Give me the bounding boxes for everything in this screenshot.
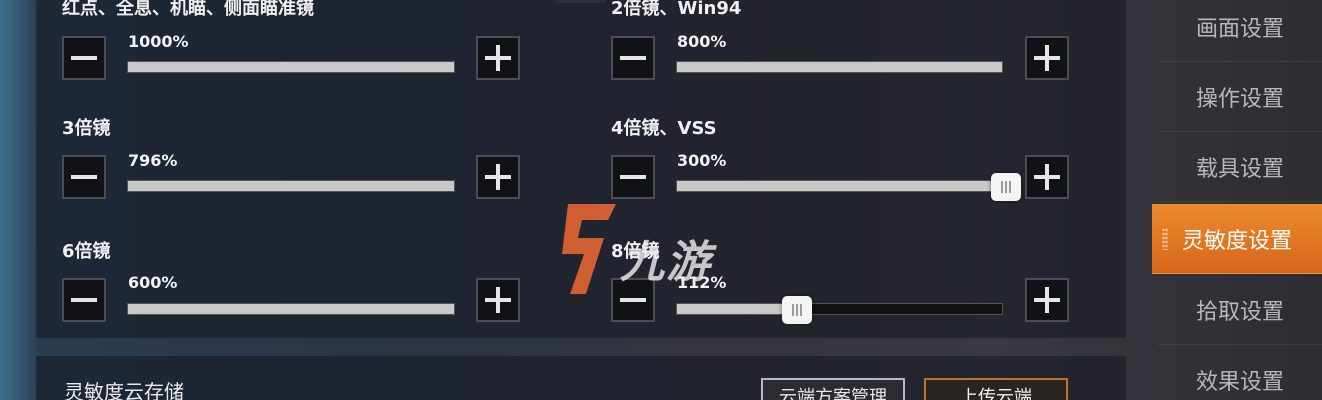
slider-fill bbox=[677, 304, 798, 314]
watermark: 九游 bbox=[556, 198, 766, 298]
sensitivity-slider[interactable] bbox=[127, 303, 455, 315]
slider-fill bbox=[677, 181, 1002, 191]
slider-thumb-icon[interactable] bbox=[991, 173, 1021, 201]
cloud-upload-button[interactable]: 上传云端 bbox=[924, 378, 1068, 400]
increase-button[interactable] bbox=[1025, 155, 1069, 199]
scope-percent: 796% bbox=[128, 151, 178, 170]
increase-button[interactable] bbox=[1025, 36, 1069, 80]
minus-icon bbox=[620, 175, 646, 179]
sidebar-item-pickup[interactable]: 拾取设置 bbox=[1158, 275, 1322, 345]
background-glow bbox=[0, 0, 40, 400]
increase-button[interactable] bbox=[1025, 278, 1069, 322]
decrease-button[interactable] bbox=[62, 155, 106, 199]
scope-label-6x: 6倍镜 bbox=[62, 241, 111, 262]
sidebar-item-vehicle[interactable]: 载具设置 bbox=[1158, 132, 1322, 202]
scope-label-4x: 4倍镜、VSS bbox=[611, 118, 717, 139]
scope-percent: 600% bbox=[128, 273, 178, 292]
slider-thumb-icon[interactable] bbox=[782, 296, 812, 324]
sidebar-item-effects[interactable]: 效果设置 bbox=[1158, 345, 1322, 400]
sidebar-item-display[interactable]: 画面设置 bbox=[1158, 0, 1322, 62]
sensitivity-slider[interactable] bbox=[127, 61, 455, 73]
watermark-text: 九游 bbox=[620, 237, 712, 288]
grip-icon bbox=[1162, 228, 1168, 250]
increase-button[interactable] bbox=[476, 278, 520, 322]
scope-percent: 300% bbox=[677, 151, 727, 170]
minus-icon bbox=[620, 298, 646, 302]
increase-button[interactable] bbox=[476, 155, 520, 199]
minus-icon bbox=[71, 56, 97, 60]
sensitivity-slider[interactable] bbox=[676, 61, 1003, 73]
decrease-button[interactable] bbox=[611, 36, 655, 80]
panel-top-tab bbox=[556, 0, 606, 3]
scope-percent: 1000% bbox=[128, 32, 189, 51]
cloud-storage-title: 灵敏度云存储 bbox=[64, 380, 184, 400]
settings-sidebar: 画面设置 操作设置 载具设置 灵敏度设置 拾取设置 效果设置 bbox=[1152, 0, 1322, 400]
scope-label-red-dot: 红点、全息、机瞄、侧面瞄准镜 bbox=[62, 0, 314, 19]
sidebar-item-sensitivity[interactable]: 灵敏度设置 bbox=[1152, 204, 1322, 274]
slider-fill bbox=[128, 304, 454, 314]
decrease-button[interactable] bbox=[611, 155, 655, 199]
sensitivity-slider[interactable] bbox=[676, 296, 1003, 324]
cloud-manage-button[interactable]: 云端方案管理 bbox=[761, 378, 905, 400]
sidebar-item-controls[interactable]: 操作设置 bbox=[1158, 62, 1322, 132]
watermark-logo-icon bbox=[562, 204, 616, 294]
slider-fill bbox=[677, 62, 1002, 72]
scope-percent: 800% bbox=[677, 32, 727, 51]
minus-icon bbox=[71, 298, 97, 302]
slider-fill bbox=[128, 181, 454, 191]
decrease-button[interactable] bbox=[62, 278, 106, 322]
sidebar-item-label: 灵敏度设置 bbox=[1181, 228, 1292, 254]
sensitivity-slider[interactable] bbox=[676, 173, 1021, 201]
sensitivity-slider[interactable] bbox=[127, 180, 455, 192]
minus-icon bbox=[71, 175, 97, 179]
increase-button[interactable] bbox=[476, 36, 520, 80]
decrease-button[interactable] bbox=[62, 36, 106, 80]
slider-fill bbox=[128, 62, 454, 72]
minus-icon bbox=[620, 56, 646, 60]
scope-label-3x: 3倍镜 bbox=[62, 118, 111, 139]
scope-label-2x: 2倍镜、Win94 bbox=[611, 0, 742, 19]
